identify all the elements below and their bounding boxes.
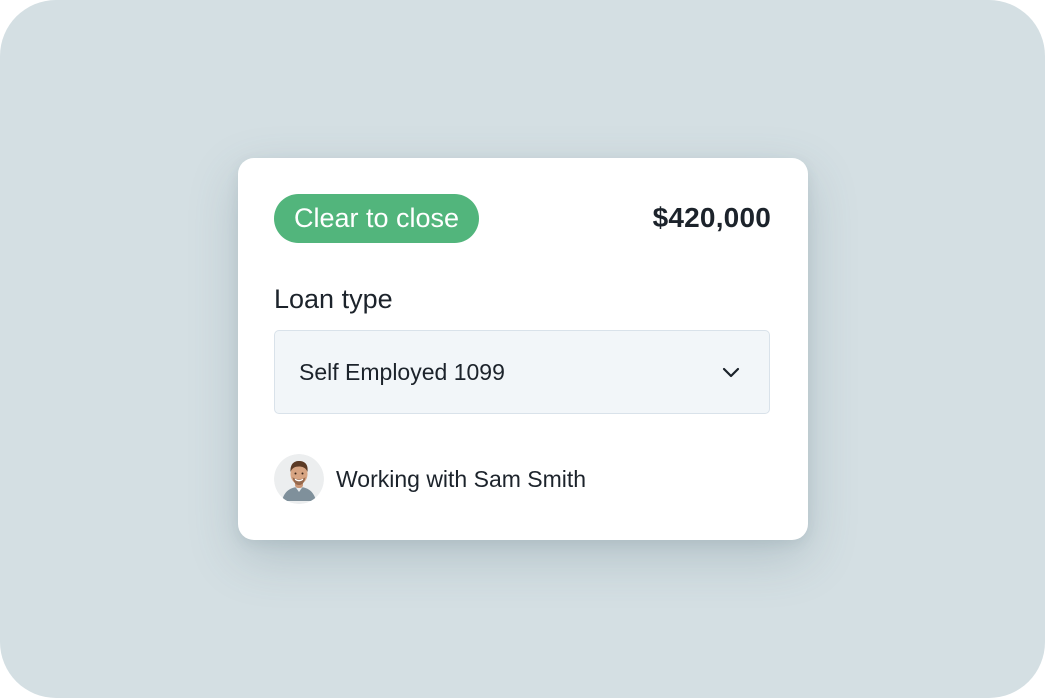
loan-type-value: Self Employed 1099	[299, 359, 505, 385]
avatar	[274, 454, 324, 504]
status-badge: Clear to close	[274, 194, 480, 243]
chevron-down-icon	[722, 367, 740, 378]
loan-type-select[interactable]: Self Employed 1099	[274, 330, 770, 414]
page-background: Clear to close $420,000 Loan type Self E…	[0, 0, 1045, 698]
owner-label: Working with Sam Smith	[336, 466, 587, 492]
loan-amount: $420,000	[652, 202, 771, 233]
loan-type-label: Loan type	[274, 284, 393, 314]
owner-row: Working with Sam Smith	[274, 454, 586, 504]
loan-card: Clear to close $420,000 Loan type Self E…	[238, 158, 808, 540]
